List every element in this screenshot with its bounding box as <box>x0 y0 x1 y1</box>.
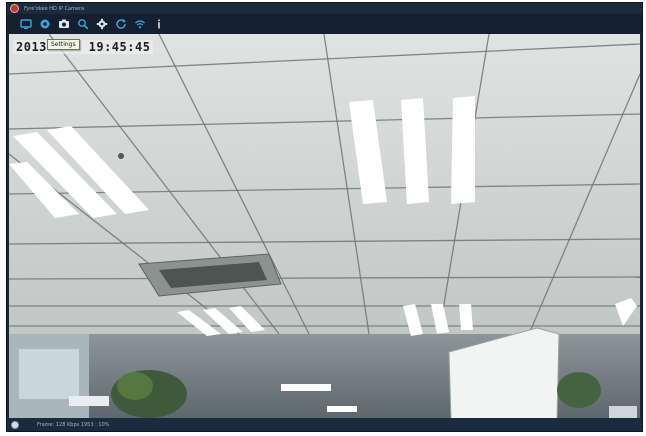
status-bar: Frame: 128 Kbps 1953 : 10% <box>7 418 642 431</box>
toolbar <box>7 14 642 34</box>
app-window: Fyre'okee HD IP Camera 2013- 19:45:45 Fr… <box>6 2 643 432</box>
search-button[interactable] <box>76 17 90 31</box>
snapshot-button[interactable] <box>57 17 71 31</box>
ceiling-scene <box>9 34 640 420</box>
camera-video-feed[interactable]: 2013- 19:45:45 <box>9 34 640 420</box>
info-icon <box>158 19 160 29</box>
settings-tooltip: Settings <box>47 39 80 50</box>
snapshot-icon <box>59 19 69 28</box>
timestamp-overlay: 2013- 19:45:45 <box>13 40 154 54</box>
search-icon <box>78 19 89 30</box>
app-logo-icon <box>10 4 19 13</box>
refresh-icon <box>116 19 126 29</box>
power-icon[interactable] <box>11 420 19 429</box>
record-button[interactable] <box>38 17 52 31</box>
wifi-icon <box>135 20 145 29</box>
osd-time: 19:45:45 <box>88 40 151 54</box>
wifi-button[interactable] <box>133 17 147 31</box>
camera-icon <box>40 19 50 29</box>
gear-icon <box>96 18 108 30</box>
refresh-button[interactable] <box>114 17 128 31</box>
monitor-icon <box>20 19 32 29</box>
status-text: Frame: 128 Kbps 1953 : 10% <box>37 421 110 428</box>
monitor-button[interactable] <box>19 17 33 31</box>
settings-button[interactable] <box>95 17 109 31</box>
info-button[interactable] <box>152 17 166 31</box>
window-title: Fyre'okee HD IP Camera <box>24 5 85 12</box>
title-bar: Fyre'okee HD IP Camera <box>7 3 642 14</box>
